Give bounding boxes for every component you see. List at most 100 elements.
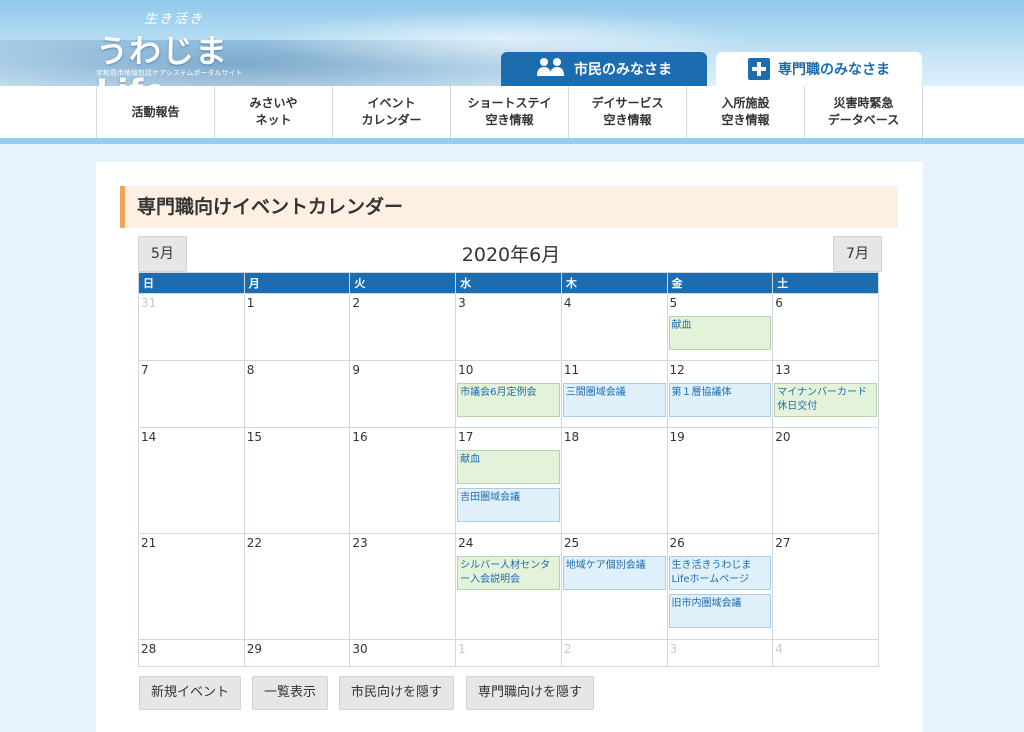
day-number: 1 <box>246 296 255 310</box>
calendar-day-cell[interactable]: 6 <box>772 293 879 361</box>
calendar-day-cell[interactable]: 26 生き活きうわじまLifeホームページ 旧市内圏域会議 <box>666 533 774 640</box>
calendar-day-cell[interactable]: 4 <box>560 293 668 361</box>
calendar-day-cell[interactable]: 24 シルバー人材センター入会説明会 <box>455 533 562 640</box>
day-number: 1 <box>458 642 466 656</box>
day-number: 24 <box>458 536 474 550</box>
calendar-day-cell[interactable]: 13 マイナンバーカード休日交付 <box>772 360 879 428</box>
nav-facility[interactable]: 入所施設 空き情報 <box>686 86 804 138</box>
next-month-button[interactable]: 7月 <box>833 236 882 272</box>
day-number: 25 <box>563 536 580 550</box>
day-number: 20 <box>775 430 791 444</box>
day-number: 8 <box>246 363 255 377</box>
calendar-day-cell[interactable]: 2 <box>349 293 457 361</box>
calendar-day-cell[interactable]: 20 <box>772 427 879 534</box>
nav-short-stay[interactable]: ショートステイ 空き情報 <box>450 86 568 138</box>
main-nav: 活動報告 みさいや ネット イベント カレンダー ショートステイ 空き情報 デイ… <box>0 86 1024 144</box>
calendar-day-cell[interactable]: 16 <box>349 427 457 534</box>
day-number: 2 <box>352 296 361 310</box>
calendar-event[interactable]: マイナンバーカード休日交付 <box>774 383 877 417</box>
calendar-day-cell[interactable]: 29 <box>243 639 351 667</box>
calendar-day-cell[interactable]: 12 第１層協議体 <box>666 360 774 428</box>
weekday-header: 火 <box>349 272 457 294</box>
calendar-month-title: 2020年6月 <box>461 244 561 266</box>
nav-misaiya-net[interactable]: みさいや ネット <box>214 86 332 138</box>
day-number: 3 <box>669 642 678 656</box>
calendar-event[interactable]: 献血 <box>668 316 772 350</box>
day-number: 21 <box>141 536 157 550</box>
calendar-day-cell[interactable]: 23 <box>349 533 457 640</box>
calendar-day-cell[interactable]: 9 <box>349 360 457 428</box>
calendar-day-cell[interactable]: 7 <box>138 360 245 428</box>
calendar-day-cell[interactable]: 18 <box>560 427 668 534</box>
calendar-event[interactable]: 吉田圏域会議 <box>457 488 560 522</box>
day-number: 4 <box>563 296 572 310</box>
calendar-day-cell[interactable]: 15 <box>243 427 351 534</box>
hide-pro-button[interactable]: 専門職向けを隠す <box>466 676 595 710</box>
day-number: 16 <box>352 430 368 444</box>
calendar-event[interactable]: 市議会6月定例会 <box>457 383 560 417</box>
day-number: 31 <box>141 296 157 310</box>
calendar-day-cell[interactable]: 21 <box>138 533 245 640</box>
calendar-day-cell[interactable]: 3 <box>666 639 774 667</box>
event-calendar: 日月火水木金土 31 1 2 3 4 5 献血 6 7 8 9 10 市議会6月定例会 11 三間圏域会議 1… <box>138 272 879 667</box>
calendar-day-cell[interactable]: 19 <box>666 427 774 534</box>
day-number: 13 <box>775 363 791 377</box>
calendar-week: 28 29 30 1 2 3 4 <box>138 639 879 667</box>
logo-subtitle: 生き活き <box>144 12 205 27</box>
weekday-header: 水 <box>455 272 562 294</box>
tab-professionals-label: 専門職のみなさま <box>778 62 890 78</box>
new-event-button[interactable]: 新規イベント <box>139 676 242 710</box>
nav-day-service[interactable]: デイサービス 空き情報 <box>568 86 686 138</box>
day-number: 6 <box>775 296 783 310</box>
calendar-day-cell[interactable]: 5 献血 <box>666 293 774 361</box>
calendar-day-cell[interactable]: 1 <box>455 639 562 667</box>
calendar-event[interactable]: 地域ケア個別会議 <box>562 556 666 590</box>
calendar-day-cell[interactable]: 22 <box>243 533 351 640</box>
weekday-header: 木 <box>560 272 668 294</box>
day-number: 29 <box>246 642 262 656</box>
day-number: 14 <box>141 430 157 444</box>
calendar-day-cell[interactable]: 30 <box>349 639 457 667</box>
calendar-day-cell[interactable]: 28 <box>138 639 245 667</box>
calendar-day-cell[interactable]: 4 <box>772 639 879 667</box>
day-number: 17 <box>458 430 474 444</box>
calendar-day-cell[interactable]: 14 <box>138 427 245 534</box>
nav-event-calendar[interactable]: イベント カレンダー <box>332 86 450 138</box>
site-header: 生き活き うわじまLife 宇和島市地域包括ケアシステムポータルサイト 市民のみ… <box>0 0 1024 86</box>
page-title: 専門職向けイベントカレンダー <box>120 186 898 228</box>
calendar-day-cell[interactable]: 10 市議会6月定例会 <box>455 360 562 428</box>
weekday-header: 金 <box>666 272 774 294</box>
calendar-event[interactable]: 三間圏域会議 <box>562 383 666 417</box>
calendar-day-cell[interactable]: 8 <box>243 360 351 428</box>
nav-disaster-db[interactable]: 災害時緊急 データベース <box>804 86 923 138</box>
site-logo[interactable]: 生き活き うわじまLife 宇和島市地域包括ケアシステムポータルサイト <box>96 8 296 86</box>
calendar-event[interactable]: 献血 <box>457 450 560 484</box>
day-number: 11 <box>563 363 580 377</box>
calendar-day-cell[interactable]: 11 三間圏域会議 <box>560 360 668 428</box>
tab-professionals[interactable]: 専門職のみなさま <box>716 52 922 86</box>
day-number: 18 <box>563 430 580 444</box>
day-number: 5 <box>669 296 678 310</box>
hide-citizen-button[interactable]: 市民向けを隠す <box>339 676 455 710</box>
day-number: 26 <box>669 536 685 550</box>
calendar-week: 7 8 9 10 市議会6月定例会 11 三間圏域会議 12 第１層協議体 13 マイナンバーカード… <box>138 360 879 428</box>
prev-month-button[interactable]: 5月 <box>138 236 187 272</box>
calendar-day-cell[interactable]: 25 地域ケア個別会議 <box>560 533 668 640</box>
calendar-day-cell[interactable]: 3 <box>455 293 562 361</box>
calendar-day-cell[interactable]: 27 <box>772 533 879 640</box>
calendar-event[interactable]: 第１層協議体 <box>668 383 772 417</box>
calendar-event[interactable]: 生き活きうわじまLifeホームページ <box>668 556 772 590</box>
calendar-event[interactable]: シルバー人材センター入会説明会 <box>457 556 560 590</box>
tab-citizens[interactable]: 市民のみなさま <box>501 52 707 86</box>
day-number: 2 <box>563 642 572 656</box>
calendar-day-cell[interactable]: 1 <box>243 293 351 361</box>
calendar-day-cell[interactable]: 31 <box>138 293 245 361</box>
calendar-event[interactable]: 旧市内圏域会議 <box>668 594 772 628</box>
logo-tagline: 宇和島市地域包括ケアシステムポータルサイト <box>96 69 243 77</box>
calendar-day-cell[interactable]: 17 献血吉田圏域会議 <box>455 427 562 534</box>
day-number: 28 <box>141 642 157 656</box>
day-number: 10 <box>458 363 474 377</box>
calendar-day-cell[interactable]: 2 <box>560 639 668 667</box>
nav-activity-report[interactable]: 活動報告 <box>96 86 214 138</box>
list-view-button[interactable]: 一覧表示 <box>252 676 329 710</box>
